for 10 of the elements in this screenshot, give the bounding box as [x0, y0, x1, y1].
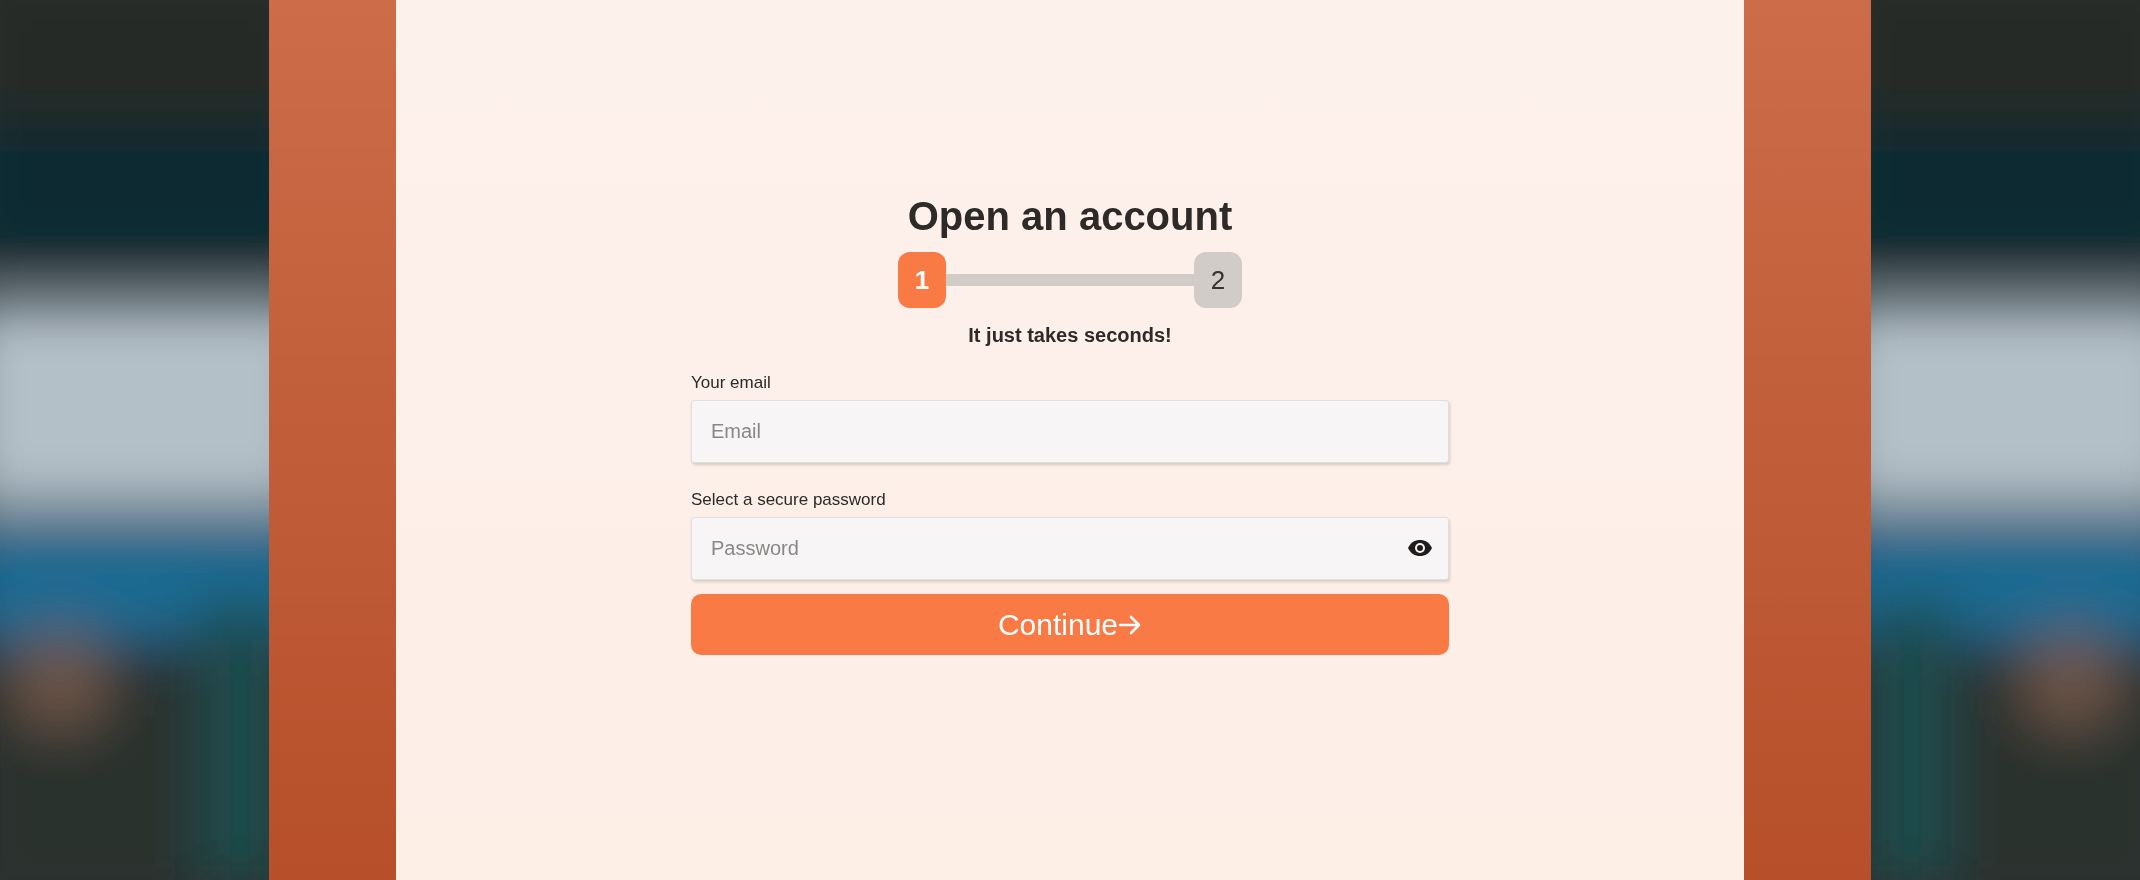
eye-icon[interactable]: [1407, 539, 1433, 557]
subtitle: It just takes seconds!: [968, 323, 1172, 348]
step-badge: 1: [898, 252, 946, 308]
email-field[interactable]: Email: [691, 400, 1449, 463]
password-field[interactable]: Password: [691, 517, 1449, 580]
field-label: Your email: [691, 372, 772, 394]
step-badge: 2: [1194, 252, 1242, 308]
continue-button[interactable]: Continue: [691, 594, 1449, 655]
field-label: Select a secure password: [691, 489, 887, 511]
page-title: Open an account: [907, 193, 1233, 240]
